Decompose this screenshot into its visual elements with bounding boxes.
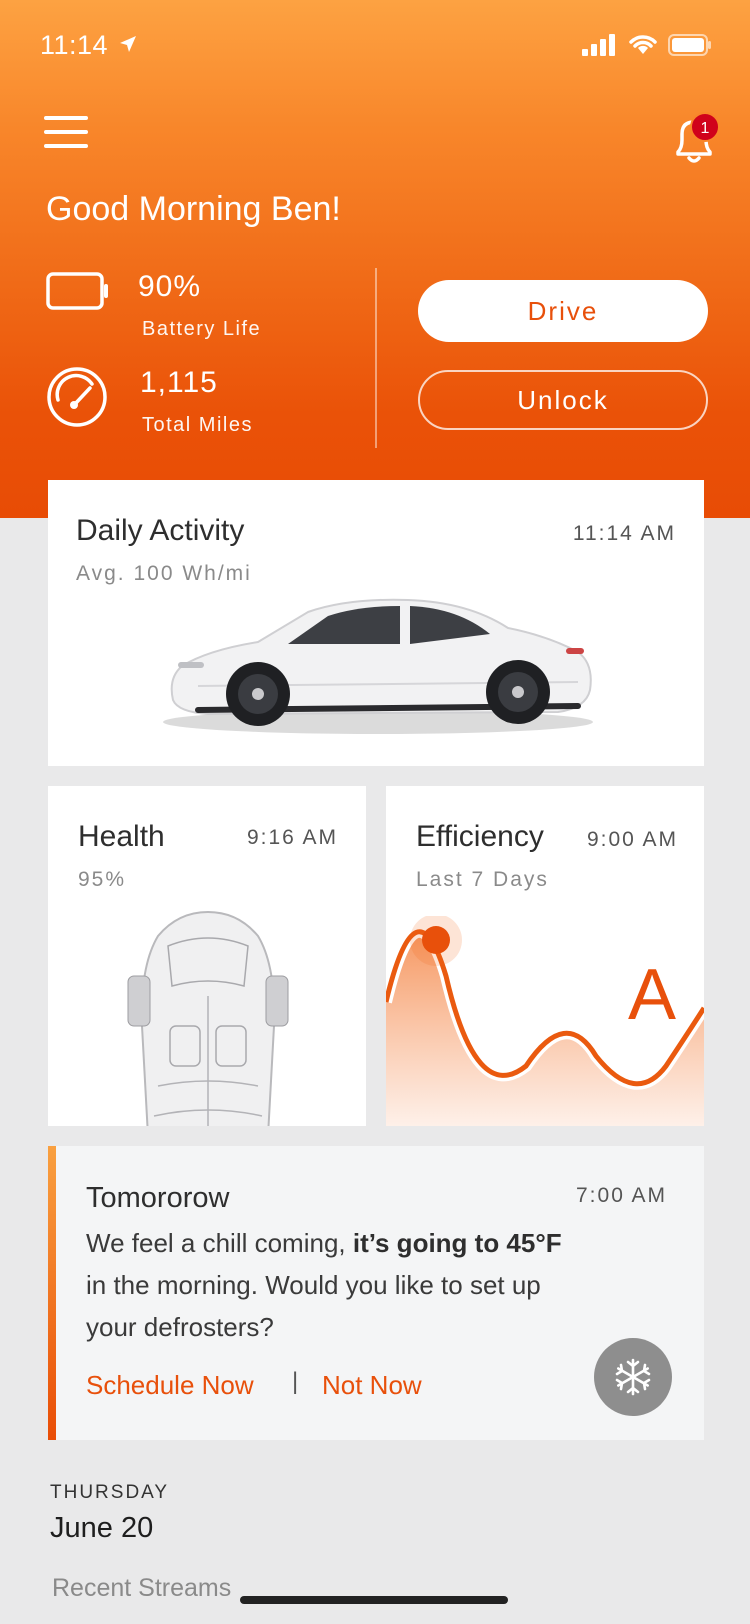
health-value: 95% bbox=[78, 868, 127, 891]
status-bar: 11:14 bbox=[0, 0, 750, 94]
miles-label: Total Miles bbox=[142, 414, 253, 436]
notification-badge[interactable]: 1 bbox=[690, 112, 720, 142]
battery-level-icon bbox=[46, 272, 108, 310]
stats-divider bbox=[375, 268, 377, 448]
battery-value: 90% bbox=[138, 270, 202, 303]
wifi-icon bbox=[629, 35, 657, 54]
schedule-now-link[interactable]: Schedule Now bbox=[86, 1370, 254, 1401]
daily-activity-time: 11:14 AM bbox=[572, 522, 676, 545]
home-indicator[interactable] bbox=[240, 1596, 508, 1604]
health-card[interactable]: Health 9:16 AM 95% bbox=[48, 786, 366, 1126]
location-arrow-icon bbox=[120, 36, 136, 52]
snowflake-icon bbox=[615, 1358, 651, 1396]
tip-action-separator: | bbox=[292, 1368, 299, 1395]
efficiency-time: 9:00 AM bbox=[586, 828, 678, 851]
daily-activity-title: Daily Activity bbox=[76, 514, 245, 547]
drive-button[interactable]: Drive bbox=[418, 280, 708, 342]
tip-body-text-1: We feel a chill coming, bbox=[86, 1228, 353, 1258]
defrost-tip-card: Tomororow 7:00 AM We feel a chill coming… bbox=[48, 1146, 704, 1440]
status-time: 11:14 bbox=[40, 30, 109, 60]
car-xray-image bbox=[127, 910, 289, 1126]
tip-title: Tomororow bbox=[86, 1182, 230, 1214]
day-label: THURSDAY bbox=[50, 1482, 170, 1503]
health-time: 9:16 AM bbox=[246, 826, 338, 849]
miles-value: 1,115 bbox=[140, 366, 218, 399]
defrost-button[interactable] bbox=[594, 1338, 672, 1416]
battery-label: Battery Life bbox=[142, 318, 262, 340]
not-now-link[interactable]: Not Now bbox=[322, 1370, 422, 1401]
efficiency-curve bbox=[386, 916, 704, 1126]
tip-accent-bar bbox=[48, 1146, 56, 1440]
status-icons bbox=[582, 34, 712, 56]
tip-time: 7:00 AM bbox=[576, 1184, 668, 1207]
signal-icon bbox=[582, 34, 615, 56]
date-label: June 20 bbox=[50, 1512, 154, 1544]
efficiency-subtitle: Last 7 Days bbox=[416, 868, 549, 891]
efficiency-title: Efficiency bbox=[416, 820, 544, 853]
recent-streams-heading: Recent Streams bbox=[52, 1574, 232, 1602]
menu-icon[interactable] bbox=[44, 116, 88, 152]
car-image bbox=[163, 598, 593, 734]
daily-activity-subtitle: Avg. 100 Wh/mi bbox=[76, 562, 252, 585]
greeting: Good Morning Ben! bbox=[46, 190, 341, 228]
odometer-icon bbox=[47, 367, 107, 427]
efficiency-card[interactable]: Efficiency 9:00 AM Last 7 Days A bbox=[386, 786, 704, 1126]
battery-icon bbox=[668, 34, 711, 56]
unlock-button[interactable]: Unlock bbox=[418, 370, 708, 430]
tip-body: We feel a chill coming, it’s going to 45… bbox=[86, 1222, 586, 1348]
tip-body-bold: it’s going to 45°F bbox=[352, 1228, 562, 1258]
health-title: Health bbox=[78, 820, 165, 853]
daily-activity-card[interactable]: Daily Activity 11:14 AM Avg. 100 Wh/mi bbox=[48, 480, 704, 766]
tip-body-text-2: in the morning. Would you like to set up… bbox=[86, 1270, 541, 1342]
